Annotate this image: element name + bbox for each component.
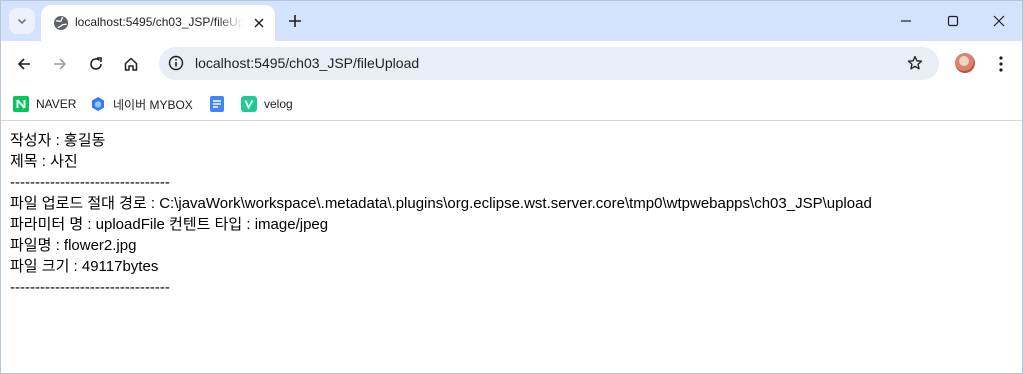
docs-icon — [209, 96, 225, 112]
bookmark-docs[interactable] — [209, 93, 232, 115]
filename-line: 파일명 : flower2.jpg — [10, 237, 137, 254]
arrow-left-icon — [17, 58, 30, 70]
profile-avatar[interactable] — [955, 53, 975, 73]
close-icon — [993, 15, 1005, 27]
address-bar[interactable]: localhost:5495/ch03_JSP/fileUpload — [159, 47, 939, 80]
back-button[interactable] — [10, 50, 38, 78]
close-icon — [254, 18, 264, 28]
tab-title: localhost:5495/ch03_JSP/fileUpload — [75, 15, 243, 29]
browser-window: localhost:5495/ch03_JSP/fileUpload — [0, 0, 1023, 374]
forward-button[interactable] — [46, 50, 74, 78]
page-content: 작성자 : 홍길동 제목 : 사진 ----------------------… — [10, 130, 1018, 298]
bookmark-mybox[interactable]: 네이버 MYBOX — [90, 93, 193, 115]
mybox-icon — [90, 96, 106, 112]
more-vert-icon — [999, 56, 1003, 72]
maximize-icon — [947, 15, 959, 27]
browser-menu-button[interactable] — [989, 50, 1013, 78]
reload-icon — [90, 57, 102, 70]
filesize-line: 파일 크기 : 49117bytes — [10, 258, 159, 275]
url-text[interactable]: localhost:5495/ch03_JSP/fileUpload — [195, 55, 419, 71]
home-icon — [124, 57, 138, 71]
tab-strip: localhost:5495/ch03_JSP/fileUpload — [1, 1, 1022, 41]
plus-icon — [289, 15, 301, 27]
reload-button[interactable] — [82, 50, 110, 78]
star-icon — [907, 55, 923, 70]
writer-line: 작성자 : 홍길동 — [10, 132, 106, 149]
globe-icon — [54, 16, 68, 30]
new-tab-button[interactable] — [283, 9, 307, 33]
upload-path-line: 파일 업로드 절대 경로 : C:\javaWork\workspace\.me… — [10, 195, 872, 212]
close-window-button[interactable] — [976, 7, 1022, 35]
bookmark-star-button[interactable] — [904, 52, 926, 74]
velog-icon — [241, 96, 257, 112]
bookmark-naver[interactable]: NAVER — [13, 93, 76, 115]
naver-icon — [13, 96, 29, 112]
bookmarks-bar: NAVER 네이버 MYBOX velog — [1, 87, 1022, 121]
info-icon — [168, 55, 184, 71]
divider-line: -------------------------------- — [10, 279, 170, 296]
home-button[interactable] — [117, 50, 145, 78]
bookmark-label: velog — [264, 97, 293, 111]
arrow-right-icon — [54, 58, 67, 70]
site-info-button[interactable] — [165, 52, 187, 74]
toolbar: localhost:5495/ch03_JSP/fileUpload — [1, 41, 1022, 87]
tab-active[interactable]: localhost:5495/ch03_JSP/fileUpload — [41, 5, 275, 41]
maximize-button[interactable] — [930, 7, 976, 35]
chevron-down-icon — [17, 18, 27, 25]
bookmark-label: NAVER — [36, 97, 77, 111]
divider-line: -------------------------------- — [10, 174, 170, 191]
minimize-button[interactable] — [883, 7, 929, 35]
parameter-line: 파라미터 명 : uploadFile 컨텐트 타입 : image/jpeg — [10, 216, 329, 233]
minimize-icon — [901, 20, 911, 22]
bookmark-label: 네이버 MYBOX — [113, 97, 193, 112]
title-line: 제목 : 사진 — [10, 153, 78, 170]
bookmark-velog[interactable]: velog — [241, 93, 293, 115]
tab-search-button[interactable] — [9, 8, 35, 34]
tab-close-button[interactable] — [249, 13, 269, 33]
